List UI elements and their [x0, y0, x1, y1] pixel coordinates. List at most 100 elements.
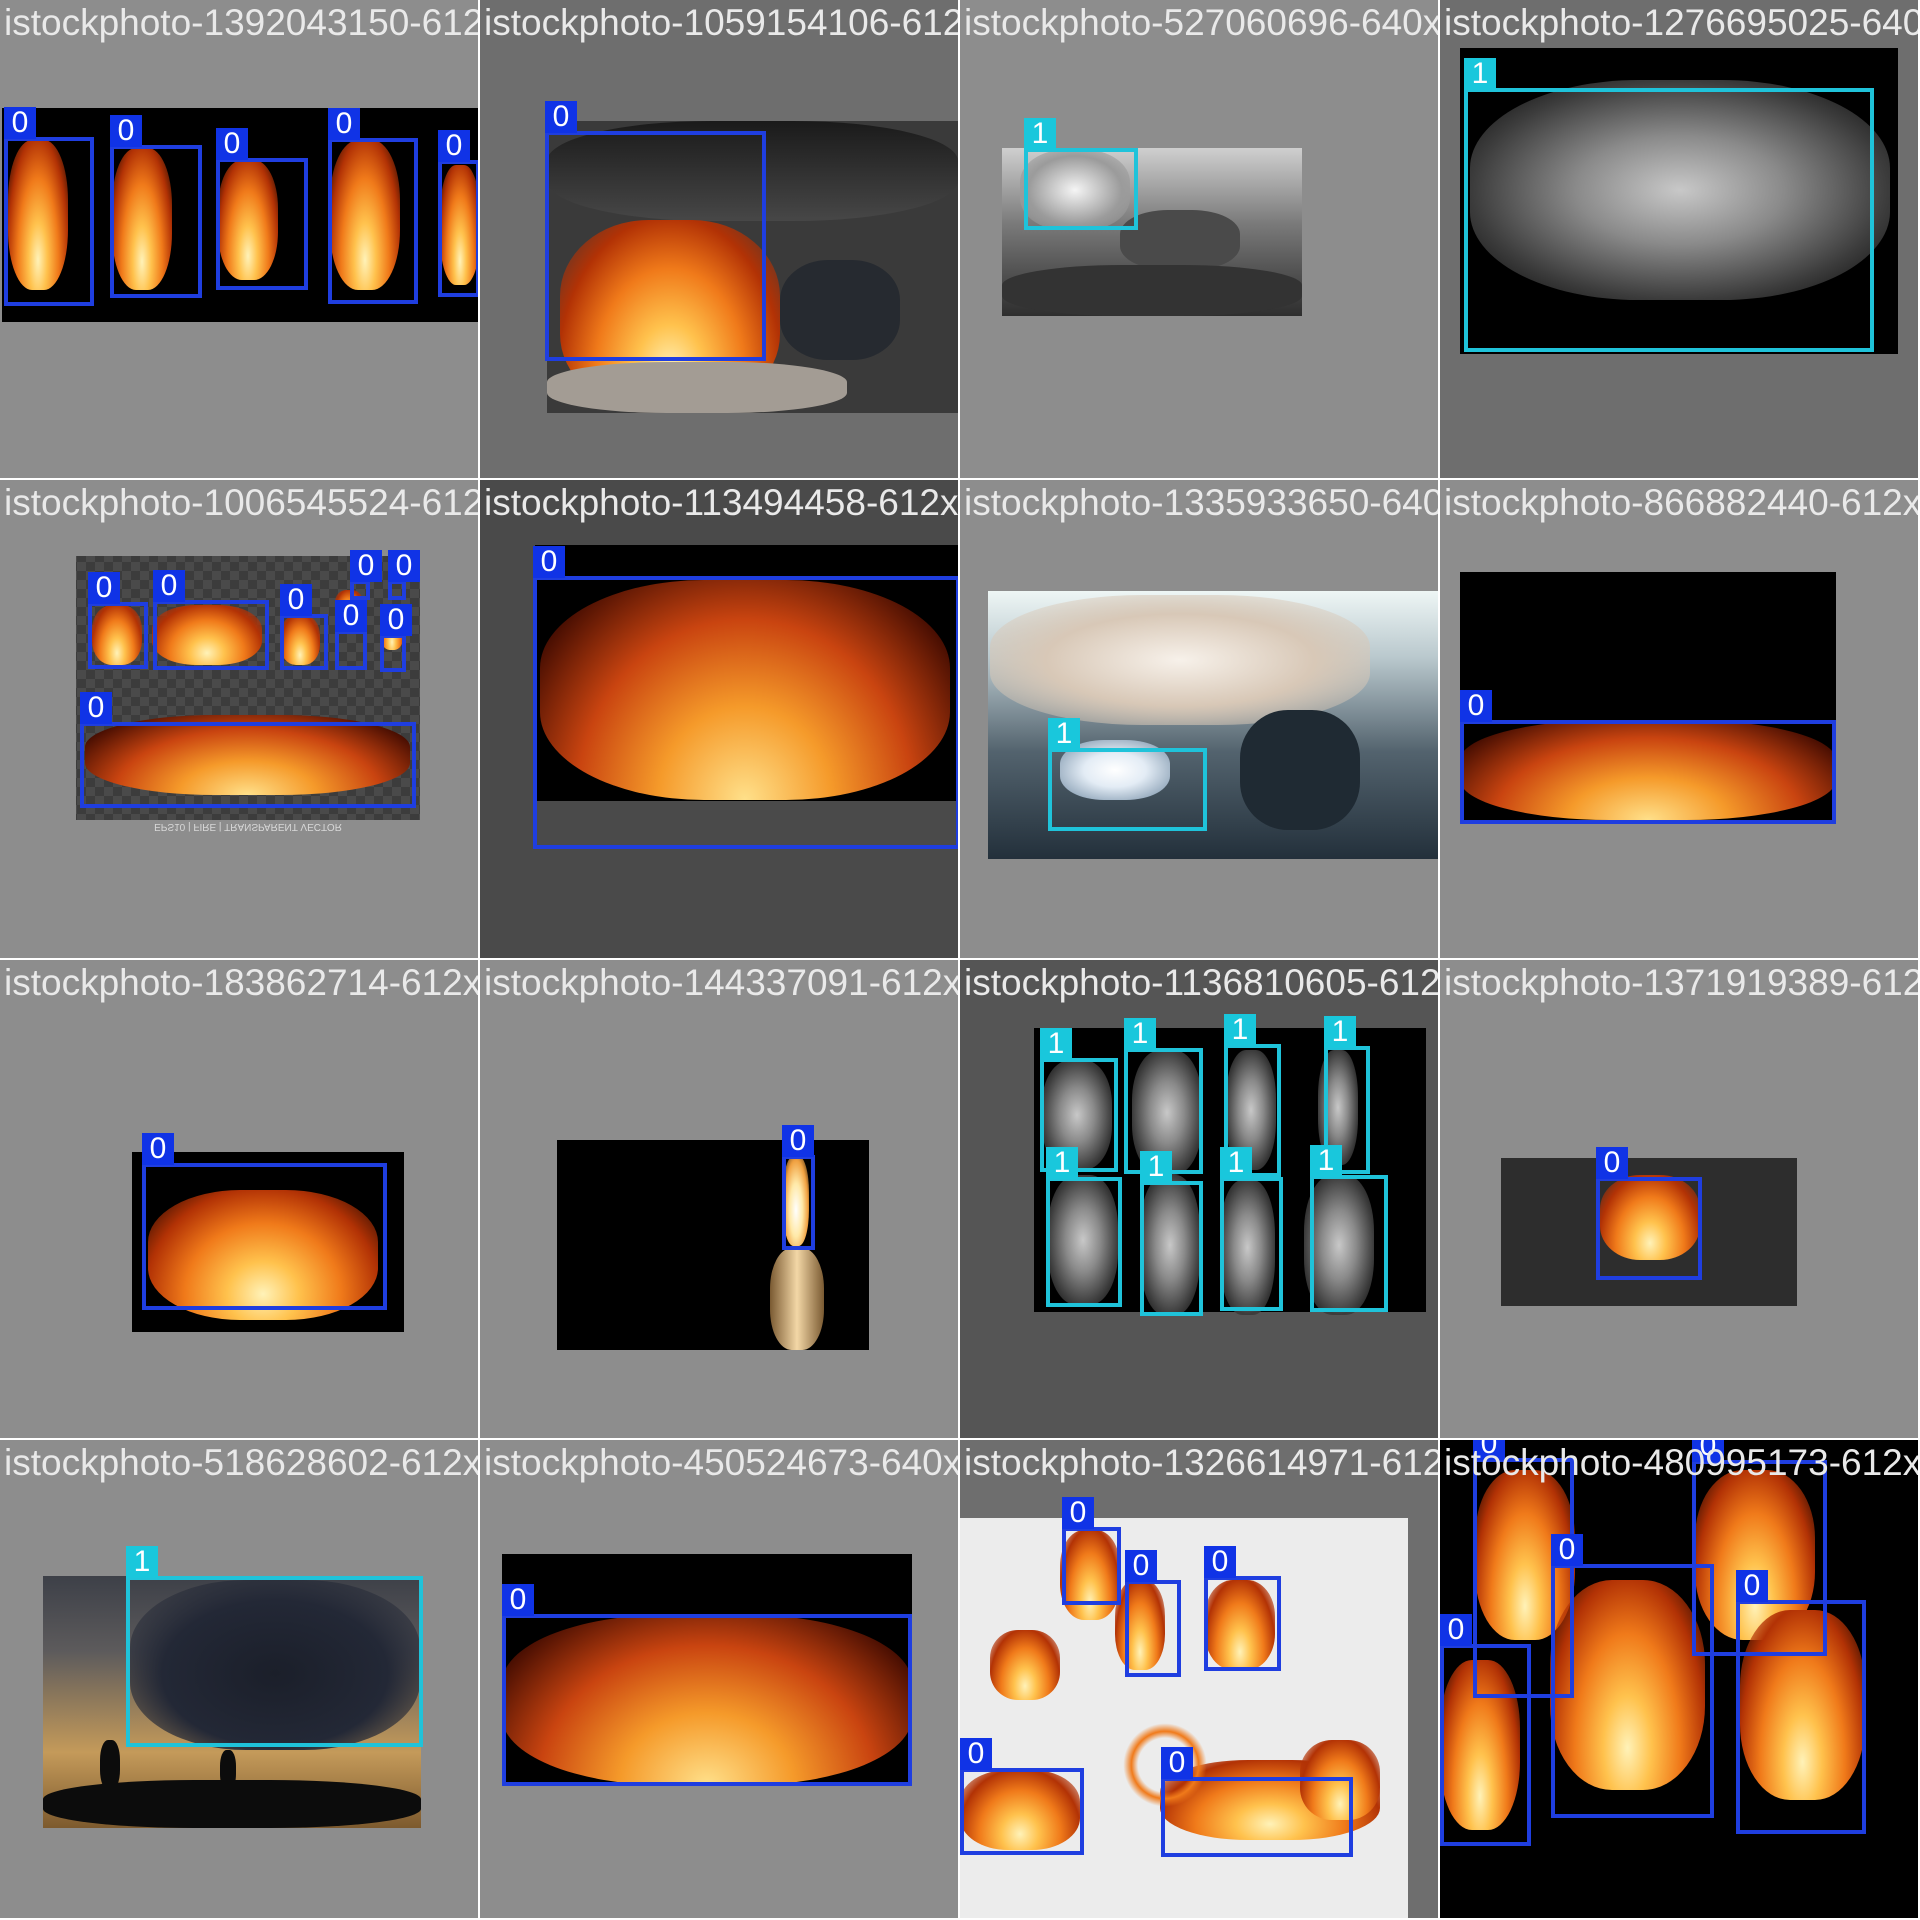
tile-filename: istockphoto-1371919389-612x612.jpg — [1444, 962, 1918, 1003]
mosaic-tile: 1 1 1 1 1 1 1 1 istockphoto-1136810605-612x612.j… — [960, 960, 1438, 1438]
bbox-class0: 0 — [328, 108, 418, 304]
bbox-class0: 0 — [1062, 1497, 1121, 1605]
bbox-class-label: 0 — [1596, 1147, 1628, 1179]
bbox-class-label: 0 — [110, 115, 142, 147]
bbox-class-label: 0 — [960, 1738, 992, 1770]
bbox-class-label: 0 — [280, 584, 312, 616]
photo-content — [100, 1740, 120, 1790]
bbox-class1: 1 — [126, 1546, 423, 1747]
bbox-class0: 0 — [335, 600, 367, 670]
tile-filename: istockphoto-144337091-612x612.jpg — [484, 962, 958, 1003]
bbox-class1: 1 — [1310, 1145, 1388, 1312]
bbox-class1: 1 — [1046, 1147, 1122, 1307]
bbox-class0: 0 — [1125, 1550, 1181, 1677]
bbox-class-label: 0 — [216, 128, 248, 160]
bbox-class-label: 1 — [1124, 1018, 1156, 1050]
bbox-class-label: 1 — [1464, 58, 1496, 90]
bbox-class0: 0 — [1551, 1534, 1714, 1818]
bbox-class-label: 0 — [1161, 1747, 1193, 1779]
bbox-class-label: 0 — [502, 1584, 534, 1616]
tile-filename: istockphoto-518628602-612x612.jpg — [4, 1442, 478, 1483]
bbox-class-label: 1 — [1220, 1147, 1252, 1179]
tile-filename: istockphoto-1276695025-640x640.jpg — [1444, 2, 1918, 43]
tile-filename: istockphoto-450524673-640x640.jpg — [484, 1442, 958, 1483]
mosaic-tile: 0 istockphoto-183862714-612x612.jpg — [0, 960, 478, 1438]
mosaic-tile: 1 istockphoto-518628602-612x612.jpg — [0, 1440, 478, 1918]
tile-filename: istockphoto-113494458-612x612.jpg — [484, 482, 958, 523]
photo-content — [1240, 710, 1360, 830]
mosaic-tile: 1 istockphoto-527060696-640x640.jpg — [960, 0, 1438, 478]
bbox-class-label: 1 — [1310, 1145, 1342, 1177]
tile-filename: istockphoto-1335933650-640x640.jpg — [964, 482, 1438, 523]
bbox-class0: 0 — [380, 604, 412, 672]
bbox-class0: 0 — [533, 546, 958, 849]
tile-filename: istockphoto-527060696-640x640.jpg — [964, 2, 1438, 43]
bbox-class-label: 1 — [1224, 1014, 1256, 1046]
bbox-class0: 0 — [1736, 1570, 1866, 1834]
photo-content — [547, 362, 847, 413]
bbox-class0: 0 — [142, 1133, 387, 1310]
bbox-class-label: 0 — [142, 1133, 174, 1165]
bbox-class1: 1 — [1464, 58, 1874, 352]
bbox-class0: 0 — [153, 570, 269, 670]
bbox-class0: 0 — [1161, 1747, 1353, 1857]
bbox-class0: 0 — [80, 692, 416, 808]
bbox-class1: 1 — [1220, 1147, 1283, 1311]
bbox-class1: 1 — [1140, 1151, 1203, 1316]
mosaic-tile: 0 istockphoto-866882440-612x612.jpg — [1440, 480, 1918, 958]
bbox-class-label: 0 — [328, 108, 360, 140]
tile-filename: istockphoto-1136810605-612x612.jpg — [964, 962, 1438, 1003]
photo-content — [1120, 210, 1240, 270]
bbox-class-label: 0 — [782, 1125, 814, 1157]
bbox-class-label: 0 — [1551, 1534, 1583, 1566]
tile-filename: istockphoto-1059154106-612x612.jpg — [484, 2, 958, 43]
bbox-class0: 0 — [1204, 1546, 1281, 1671]
bbox-class-label: 0 — [533, 546, 565, 578]
bbox-class-label: 0 — [1460, 690, 1492, 722]
bbox-class-label: 1 — [1024, 118, 1056, 150]
bbox-class-label: 0 — [1440, 1614, 1472, 1646]
bbox-class0: 0 — [1460, 690, 1836, 824]
photo-content — [990, 1630, 1060, 1700]
mosaic-tile: EPS10 | FIRE | TRANSPARENT VECTOR 0 0 0 0 0 0 0… — [0, 480, 478, 958]
bbox-class1: 1 — [1024, 118, 1138, 230]
bbox-class0: 0 — [388, 550, 420, 600]
photo-content — [780, 260, 900, 360]
mosaic-tile: 0 istockphoto-113494458-612x612.jpg — [480, 480, 958, 958]
bbox-class-label: 0 — [1062, 1497, 1094, 1529]
bbox-class0: 0 — [545, 101, 766, 361]
tile-filename: istockphoto-1006545524-612x612.jpg — [4, 482, 478, 523]
mosaic-tile: 0 istockphoto-1371919389-612x612.jpg — [1440, 960, 1918, 1438]
bbox-class-label: 0 — [380, 604, 412, 636]
bbox-class-label: 0 — [438, 130, 470, 162]
bbox-class-label: 0 — [350, 550, 382, 582]
photo-content — [220, 1750, 236, 1790]
bbox-class-label: 0 — [545, 101, 577, 133]
bbox-class0: 0 — [782, 1125, 815, 1250]
mosaic-tile: 1 istockphoto-1335933650-640x640.jpg — [960, 480, 1438, 958]
mosaic-tile: 0 0 0 0 0 istockphoto-1392043150-612x612.jpg — [0, 0, 478, 478]
bbox-class-label: 1 — [1324, 1016, 1356, 1048]
bbox-class0: 0 — [110, 115, 202, 298]
detection-mosaic: 00000istockphoto-1392043150-612x612.jpg0… — [0, 0, 1920, 1920]
tile-filename: istockphoto-1326614971-612x612.jpg — [964, 1442, 1438, 1483]
bbox-class-label: 0 — [335, 600, 367, 632]
bbox-class-label: 0 — [1204, 1546, 1236, 1578]
mosaic-tile: 0 istockphoto-1059154106-612x612.jpg — [480, 0, 958, 478]
mosaic-tile: 0 istockphoto-144337091-612x612.jpg — [480, 960, 958, 1438]
bbox-class0: 0 — [216, 128, 308, 290]
mosaic-tile: 1 istockphoto-1276695025-640x640.jpg — [1440, 0, 1918, 478]
bbox-class-label: 0 — [1125, 1550, 1157, 1582]
photo-content — [770, 1248, 824, 1350]
mosaic-tile: 0 istockphoto-450524673-640x640.jpg — [480, 1440, 958, 1918]
tile-filename: istockphoto-1392043150-612x612.jpg — [4, 2, 478, 43]
bbox-class0: 0 — [502, 1584, 912, 1786]
bbox-class-label: 0 — [4, 107, 36, 139]
bbox-class-label: 1 — [1046, 1147, 1078, 1179]
photo-content — [1002, 265, 1302, 316]
bbox-class0: 0 — [4, 107, 94, 306]
bbox-class-label: 0 — [88, 572, 120, 604]
bbox-class0: 0 — [1596, 1147, 1702, 1280]
bbox-class0: 0 — [1440, 1614, 1531, 1846]
bbox-class-label: 1 — [1048, 718, 1080, 750]
